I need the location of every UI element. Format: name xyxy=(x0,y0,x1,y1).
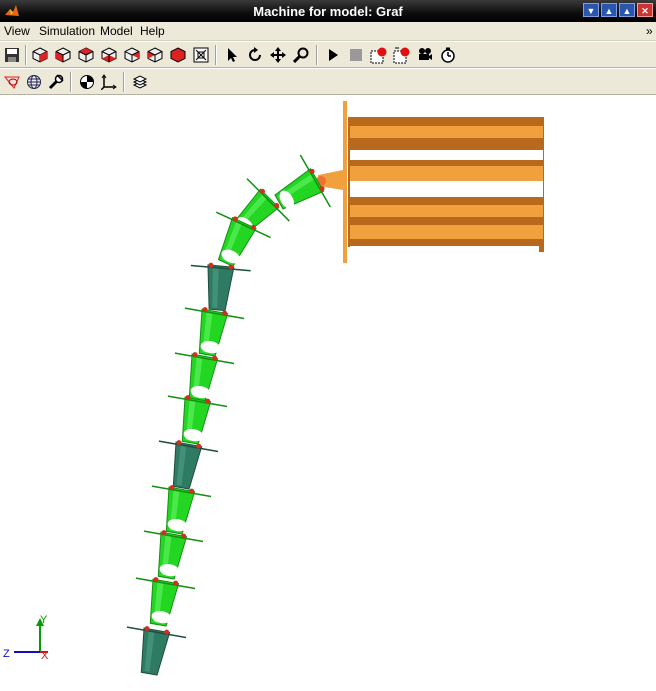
robot-link xyxy=(151,485,212,535)
rotate-icon[interactable] xyxy=(245,45,265,65)
robot-link xyxy=(135,577,196,627)
base-post xyxy=(343,101,347,263)
title-bar: Machine for model: Graf ▼ ▲ ▲ ✕ xyxy=(0,0,656,22)
pan-icon[interactable] xyxy=(268,45,288,65)
window-title: Machine for model: Graf xyxy=(253,4,403,19)
globe-icon[interactable] xyxy=(24,72,44,92)
select-arrow-icon[interactable] xyxy=(222,45,242,65)
robot-link xyxy=(190,262,251,312)
zoom-icon[interactable] xyxy=(291,45,311,65)
layers-icon[interactable] xyxy=(130,72,150,92)
robot-link xyxy=(167,395,228,445)
base-structure xyxy=(316,101,544,263)
robot-link xyxy=(184,307,245,357)
maximize-button[interactable]: ▲ xyxy=(619,3,635,17)
view-side-icon[interactable] xyxy=(76,45,96,65)
triad-x-label: X xyxy=(41,650,49,662)
timer-icon[interactable] xyxy=(438,45,458,65)
menu-bar: View Simulation Model Help » xyxy=(0,22,656,41)
main-toolbar xyxy=(0,41,656,68)
tool-icon[interactable] xyxy=(46,72,66,92)
robot-link xyxy=(126,626,187,676)
robot-link xyxy=(174,352,235,402)
secondary-toolbar xyxy=(0,68,656,95)
close-button[interactable]: ✕ xyxy=(637,3,653,17)
robot-chain xyxy=(126,154,331,676)
view-bottom-icon[interactable] xyxy=(122,45,142,65)
view-iso-icon[interactable] xyxy=(30,45,50,65)
robot-link xyxy=(158,440,219,490)
minimize-button[interactable]: ▲ xyxy=(601,3,617,17)
triad-y-label: Y xyxy=(40,614,48,626)
center-of-gravity-icon[interactable] xyxy=(77,72,97,92)
axes-icon[interactable] xyxy=(99,72,119,92)
machine-scene: Y X Z xyxy=(3,101,544,676)
save-icon[interactable] xyxy=(2,45,22,65)
triad-z-label: Z xyxy=(3,648,10,660)
fit-view-icon[interactable] xyxy=(191,45,211,65)
view-right-icon[interactable] xyxy=(168,45,188,65)
menu-overflow-icon[interactable]: » xyxy=(646,24,653,38)
play-icon[interactable] xyxy=(323,45,343,65)
camera-icon[interactable] xyxy=(415,45,435,65)
view-back-icon[interactable] xyxy=(145,45,165,65)
record-icon[interactable] xyxy=(369,45,389,65)
menu-model[interactable]: Model xyxy=(100,24,133,38)
menu-view[interactable]: View xyxy=(4,24,30,38)
menu-simulation[interactable]: Simulation xyxy=(39,24,95,38)
robot-link xyxy=(274,154,331,210)
stop-icon[interactable] xyxy=(346,45,366,65)
dock-button[interactable]: ▼ xyxy=(583,3,599,17)
3d-viewport[interactable]: Y X Z xyxy=(0,96,656,686)
robot-link xyxy=(143,530,204,580)
record-settings-icon[interactable] xyxy=(392,45,412,65)
menu-help[interactable]: Help xyxy=(140,24,165,38)
coordinate-triad: Y X Z xyxy=(3,614,49,662)
view-top-icon[interactable] xyxy=(99,45,119,65)
view-front-icon[interactable] xyxy=(53,45,73,65)
ellipsoid-icon[interactable] xyxy=(2,72,22,92)
